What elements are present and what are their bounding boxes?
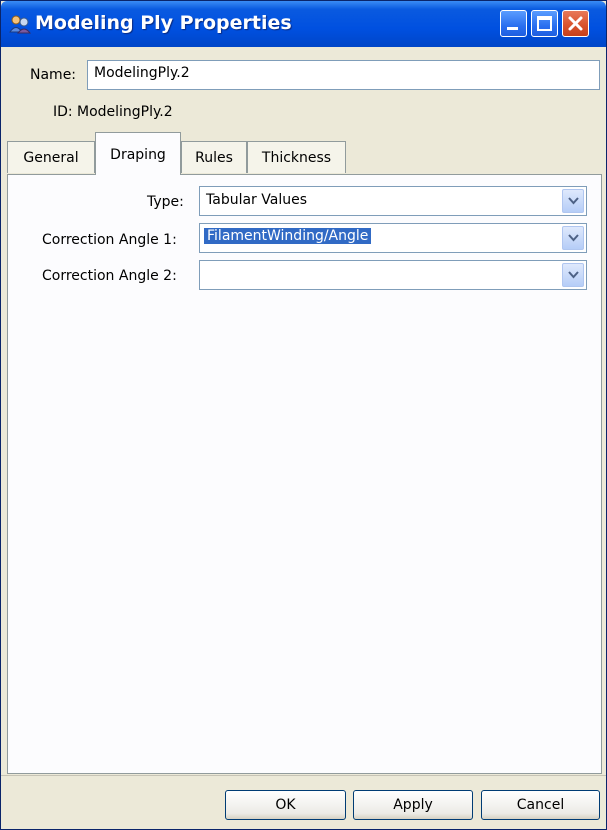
id-value: ModelingPly.2 — [77, 104, 173, 120]
angle1-value: FilamentWinding/Angle — [204, 228, 372, 244]
name-label: Name: — [30, 67, 77, 83]
type-dropdown[interactable]: Tabular Values — [199, 186, 587, 216]
ok-button[interactable]: OK — [225, 790, 346, 820]
name-field[interactable]: ModelingPly.2 — [87, 60, 600, 90]
angle2-label: Correction Angle 2: — [42, 268, 177, 284]
tab-draping[interactable]: Draping — [95, 132, 181, 175]
chevron-down-icon[interactable] — [562, 263, 584, 287]
dialog-window: Modeling Ply Properties Name: ModelingPl… — [0, 0, 607, 830]
maximize-button[interactable] — [531, 10, 558, 37]
close-button[interactable] — [562, 10, 589, 37]
close-icon — [567, 15, 584, 36]
window-title: Modeling Ply Properties — [35, 12, 292, 34]
title-bar[interactable]: Modeling Ply Properties — [1, 1, 606, 47]
minimize-button[interactable] — [500, 10, 527, 37]
chevron-down-icon[interactable] — [562, 189, 584, 213]
tab-rules-label: Rules — [195, 150, 233, 166]
tab-general[interactable]: General — [7, 141, 95, 173]
angle1-dropdown[interactable]: FilamentWinding/Angle — [199, 223, 587, 253]
minimize-icon — [507, 27, 518, 30]
chevron-down-icon[interactable] — [562, 226, 584, 250]
tab-rules[interactable]: Rules — [181, 141, 247, 173]
maximize-icon — [537, 16, 552, 31]
angle1-label: Correction Angle 1: — [42, 232, 177, 248]
tab-thickness-label: Thickness — [261, 150, 332, 166]
type-label: Type: — [147, 194, 184, 210]
footer-divider — [1, 775, 606, 776]
id-label: ID: — [53, 104, 73, 120]
plies-icon — [9, 14, 32, 34]
cancel-button[interactable]: Cancel — [481, 790, 600, 820]
tab-draping-label: Draping — [110, 147, 166, 163]
apply-button[interactable]: Apply — [353, 790, 473, 820]
tab-general-label: General — [23, 150, 79, 166]
type-value: Tabular Values — [206, 192, 307, 208]
tab-thickness[interactable]: Thickness — [247, 141, 346, 173]
angle2-dropdown[interactable] — [199, 260, 587, 290]
